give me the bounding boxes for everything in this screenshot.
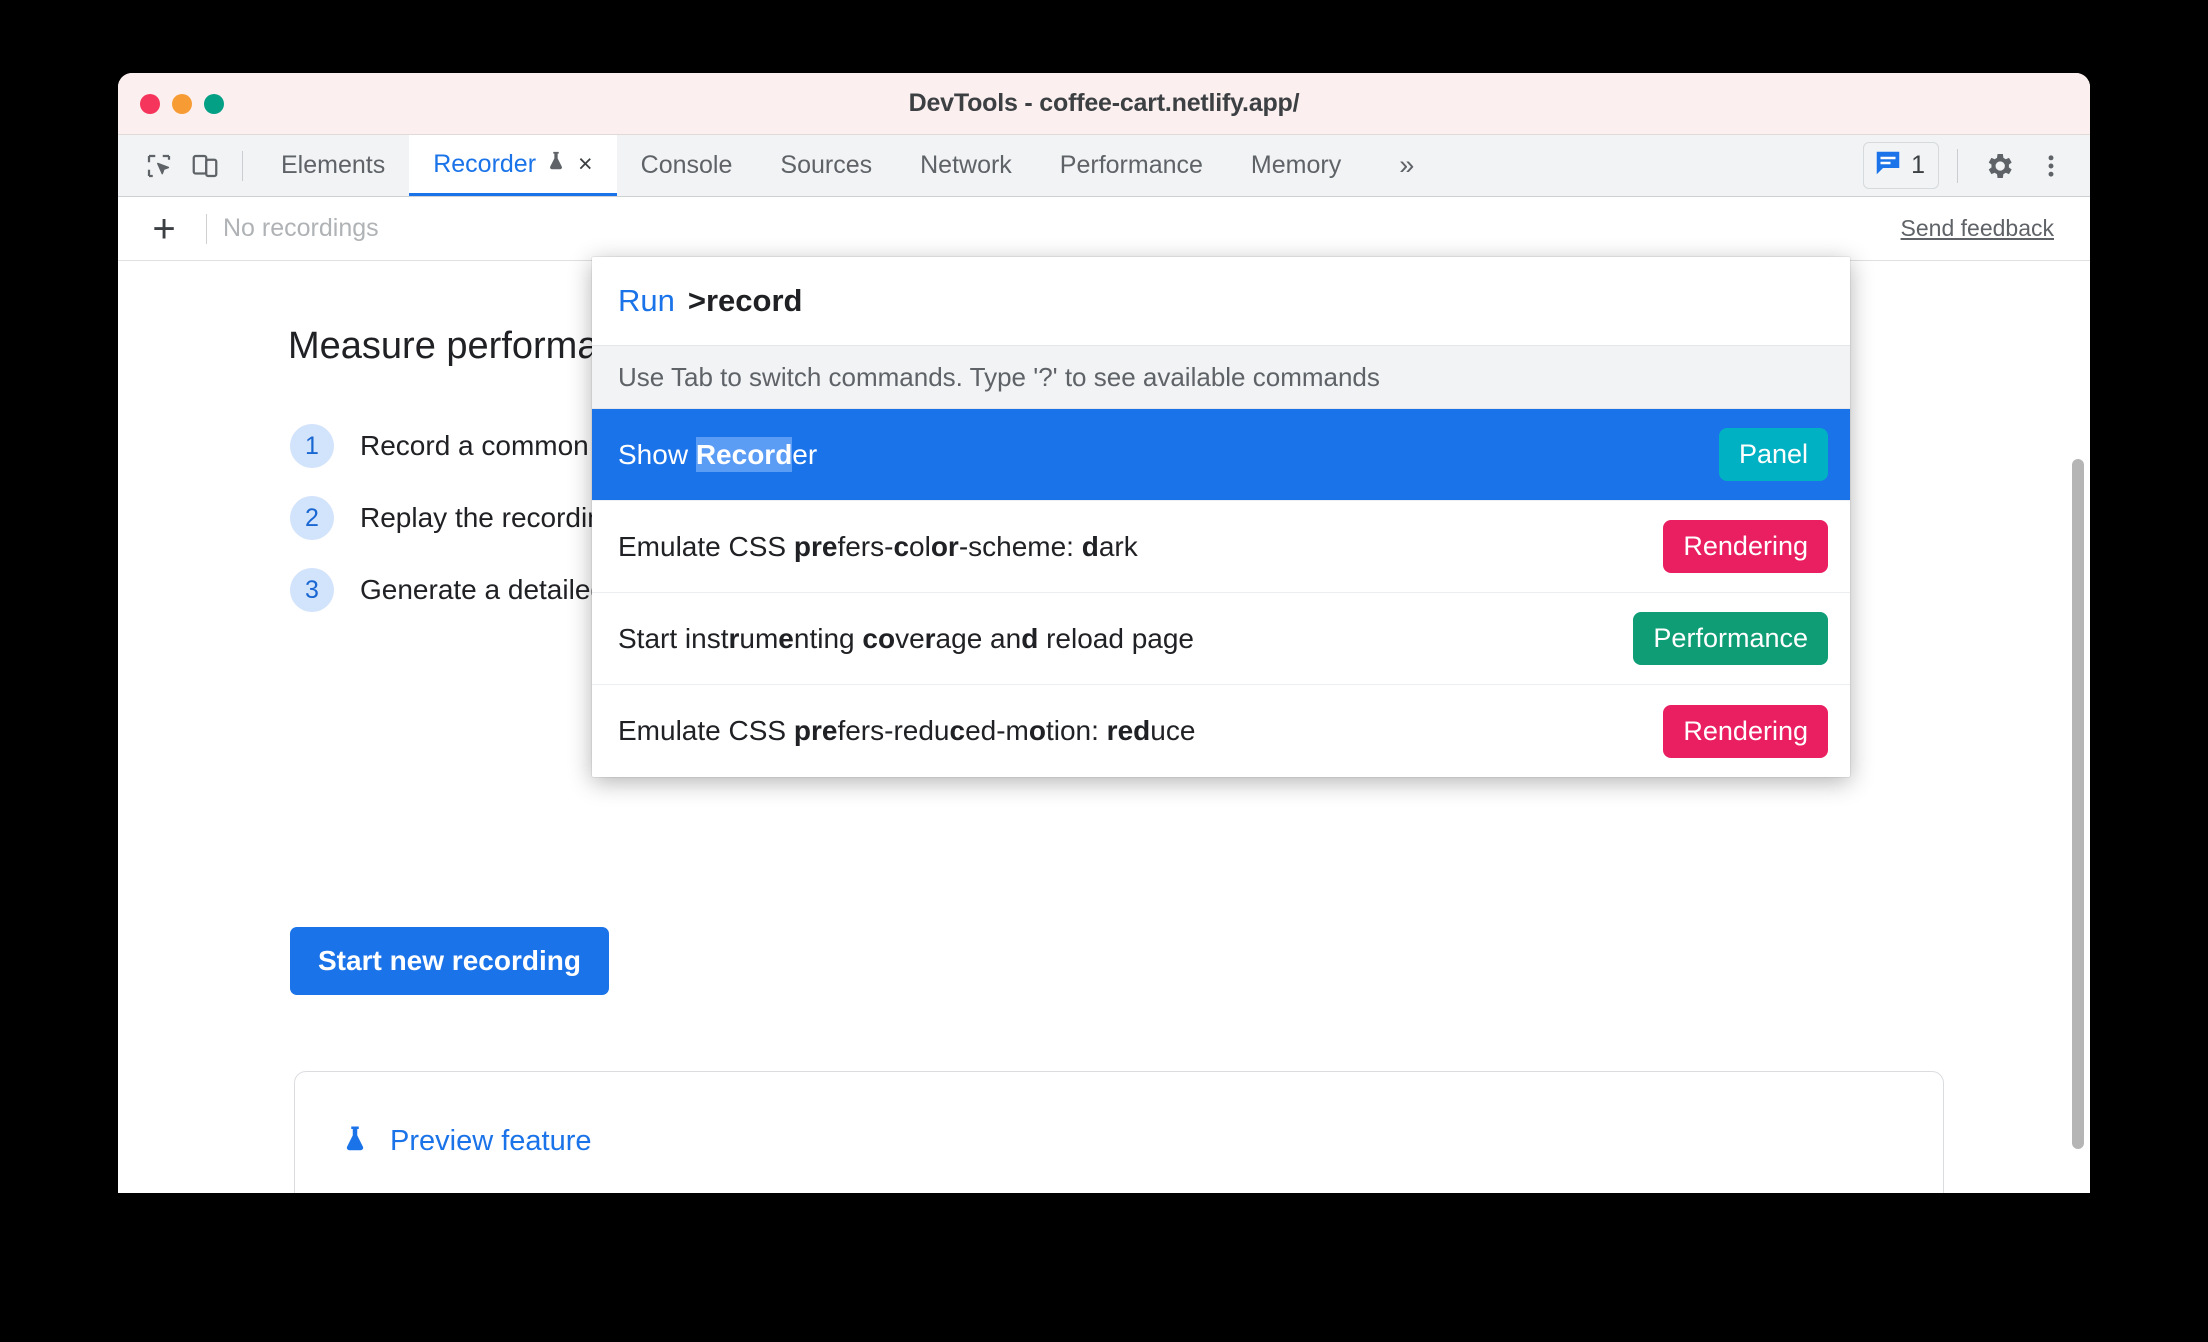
command-menu-input-row[interactable]: Run >record [592, 257, 1850, 345]
tab-memory[interactable]: Memory [1227, 135, 1365, 196]
message-bubble-icon [1873, 148, 1903, 183]
tabstrip-right-divider [1957, 148, 1958, 183]
tab-elements-label: Elements [281, 151, 386, 179]
tabstrip-right-actions: 1 [1863, 135, 2074, 196]
close-window-button[interactable] [140, 93, 160, 114]
flask-icon [545, 149, 567, 180]
tab-sources[interactable]: Sources [756, 135, 896, 196]
command-menu-hint: Use Tab to switch commands. Type '?' to … [592, 345, 1850, 409]
tab-console[interactable]: Console [617, 135, 757, 196]
devtools-window: DevTools - coffee-cart.netlify.app/ Elem… [118, 73, 2090, 1193]
tab-performance-label: Performance [1059, 151, 1203, 179]
command-menu-result-label: Emulate CSS prefers-color-scheme: dark [618, 530, 1138, 562]
step-number: 3 [290, 568, 334, 612]
window-titlebar: DevTools - coffee-cart.netlify.app/ [118, 73, 2090, 135]
close-recorder-tab-icon[interactable]: × [578, 151, 593, 177]
console-message-badge[interactable]: 1 [1863, 142, 1939, 189]
command-menu-result-tag: Rendering [1663, 704, 1828, 758]
start-new-recording-button[interactable]: Start new recording [290, 927, 609, 995]
command-menu-result-2[interactable]: Start instrumenting coverage and reload … [592, 593, 1850, 685]
inspect-element-icon[interactable] [136, 143, 182, 189]
tab-network[interactable]: Network [896, 135, 1036, 196]
command-menu-results: Show Recorder Panel Emulate CSS prefers-co… [592, 409, 1850, 777]
tab-console-label: Console [640, 151, 733, 179]
recorder-subtoolbar: + No recordings Send feedback [118, 197, 2090, 261]
subtoolbar-divider [206, 213, 207, 244]
preview-feature-label: Preview feature [390, 1125, 592, 1157]
flask-icon [340, 1122, 370, 1161]
tab-recorder[interactable]: Recorder × [409, 135, 617, 196]
preview-feature-card: Preview feature Our team is actively wor… [294, 1071, 1944, 1193]
step-number: 2 [290, 496, 334, 540]
devtools-tabstrip: Elements Recorder × Console Sources Netw… [118, 135, 2090, 197]
command-menu-result-1[interactable]: Emulate CSS prefers-color-scheme: dark Re… [592, 501, 1850, 593]
window-traffic-lights [140, 73, 224, 134]
gear-icon[interactable] [1976, 143, 2022, 189]
command-menu-result-3[interactable]: Emulate CSS prefers-reduced-motion: redu… [592, 685, 1850, 777]
tabstrip-divider [242, 150, 243, 181]
tab-network-label: Network [920, 151, 1012, 179]
device-toolbar-icon[interactable] [182, 143, 228, 189]
step-number: 1 [290, 424, 334, 468]
command-menu-result-tag: Panel [1718, 428, 1828, 481]
command-menu-prefix: Run [618, 283, 675, 318]
add-recording-icon[interactable]: + [138, 203, 190, 255]
command-menu-result-label: Show Recorder [618, 436, 818, 472]
command-menu-result-label: Start instrumenting coverage and reload … [618, 622, 1194, 654]
more-options-icon[interactable] [2028, 143, 2074, 189]
recordings-select[interactable]: No recordings [223, 214, 379, 243]
send-feedback-link[interactable]: Send feedback [1901, 215, 2054, 242]
maximize-window-button[interactable] [204, 93, 224, 114]
command-menu-query: >record [687, 283, 803, 318]
minimize-window-button[interactable] [172, 93, 192, 114]
more-tabs-chevron-icon[interactable]: » [1381, 150, 1432, 181]
vertical-scrollbar[interactable] [2072, 459, 2084, 1149]
tab-memory-label: Memory [1250, 151, 1342, 179]
tab-performance[interactable]: Performance [1036, 135, 1227, 196]
tab-recorder-label: Recorder [433, 149, 537, 178]
message-count: 1 [1911, 151, 1925, 179]
screenshot-canvas: DevTools - coffee-cart.netlify.app/ Elem… [0, 0, 2208, 1342]
command-menu-result-tag: Rendering [1663, 520, 1828, 573]
window-title: DevTools - coffee-cart.netlify.app/ [908, 89, 1300, 117]
tab-elements[interactable]: Elements [257, 135, 409, 196]
tab-sources-label: Sources [780, 151, 873, 179]
preview-feature-header: Preview feature [340, 1122, 592, 1161]
command-menu-result-tag: Performance [1633, 612, 1828, 665]
panel-tabs: Elements Recorder × Console Sources Netw… [257, 135, 1432, 196]
command-menu-result-0[interactable]: Show Recorder Panel [592, 409, 1850, 501]
command-menu-result-label: Emulate CSS prefers-reduced-motion: redu… [618, 715, 1196, 746]
command-menu: Run >record Use Tab to switch commands. … [592, 257, 1850, 777]
